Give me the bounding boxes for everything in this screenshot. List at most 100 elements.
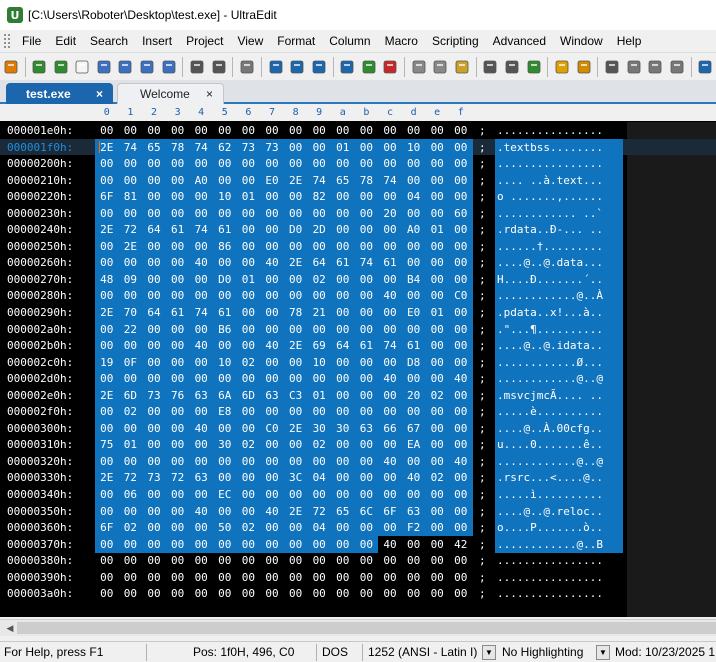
hex-byte[interactable]: 00 (425, 585, 449, 602)
hex-mode-icon[interactable] (267, 58, 285, 76)
hex-byte[interactable]: 00 (425, 370, 449, 388)
hex-byte[interactable]: 00 (307, 569, 331, 586)
hex-byte[interactable]: 00 (331, 188, 355, 206)
hex-byte[interactable]: 2E (95, 304, 119, 322)
hex-byte[interactable]: 00 (142, 188, 166, 206)
hex-byte[interactable]: 01 (425, 221, 449, 239)
hex-byte[interactable]: 65 (142, 138, 166, 156)
ascii-column[interactable]: H....Ð.......´.. (495, 270, 623, 288)
hex-byte[interactable]: 00 (213, 155, 237, 173)
hex-byte[interactable]: 72 (307, 502, 331, 520)
hex-byte[interactable]: 04 (307, 469, 331, 487)
hex-byte[interactable]: 00 (331, 535, 355, 553)
hex-byte[interactable]: 01 (425, 304, 449, 322)
list-icon[interactable] (575, 58, 593, 76)
hex-byte[interactable]: 00 (354, 221, 379, 239)
hex-byte[interactable]: 00 (189, 155, 213, 173)
hex-byte[interactable]: 00 (236, 237, 261, 255)
hex-byte[interactable]: 00 (307, 287, 331, 305)
hex-byte[interactable]: 00 (449, 320, 473, 338)
hex-byte[interactable]: 50 (213, 519, 237, 537)
hex-byte[interactable]: 00 (237, 552, 261, 569)
hex-byte[interactable]: 00 (236, 287, 261, 305)
tab-test-exe[interactable]: test.exe × (6, 83, 113, 104)
menu-edit[interactable]: Edit (48, 30, 83, 52)
hex-row[interactable]: 00000270h: 48 09 00 00 00 D0 01 00 00 02 00 00 00 B4 00… (0, 270, 716, 288)
hex-byte[interactable]: 42 (449, 536, 473, 553)
hex-byte[interactable]: 00 (449, 237, 473, 255)
hex-byte[interactable]: 00 (213, 569, 237, 586)
hex-byte[interactable]: 21 (307, 304, 331, 322)
hex-row[interactable]: 00000370h: 00 00 00 00 00 00 00 00 00 00 00 00 40 00 00… (0, 535, 716, 553)
encoding-dropdown-icon[interactable]: ▼ (482, 645, 496, 660)
open-file-icon[interactable] (2, 58, 20, 76)
ascii-column[interactable]: ."...¶.......... (495, 320, 623, 338)
hex-byte[interactable]: 00 (189, 535, 213, 553)
hex-byte[interactable]: 00 (260, 221, 284, 239)
hex-byte[interactable]: A0 (401, 221, 426, 239)
hex-byte[interactable]: 00 (118, 204, 143, 222)
hex-byte[interactable]: 74 (189, 221, 213, 239)
hex-row[interactable]: 000002c0h: 19 0F 00 00 00 10 02 00 00 10 00 00 00 D8 00… (0, 353, 716, 371)
hex-byte[interactable]: 00 (165, 535, 190, 553)
hex-row[interactable]: 000001f0h: 2E 74 65 78 74 62 73 73 00 00 01 00 00 10 00… (0, 138, 716, 156)
menu-scripting[interactable]: Scripting (425, 30, 486, 52)
hex-byte[interactable]: 00 (189, 188, 213, 206)
ascii-column[interactable]: ....@..À.00cfg.. (495, 419, 623, 437)
hex-row[interactable]: 00000320h: 00 00 00 00 00 00 00 00 00 00 00 00 40 00 00… (0, 452, 716, 470)
hex-byte[interactable]: 00 (401, 237, 426, 255)
hex-byte[interactable]: 72 (118, 221, 143, 239)
hex-byte[interactable]: 00 (283, 452, 308, 470)
highlighting-dropdown-icon[interactable]: ▼ (596, 645, 610, 660)
back-icon[interactable] (31, 58, 49, 76)
hex-byte[interactable]: 00 (236, 370, 261, 388)
hex-byte[interactable]: 00 (449, 254, 473, 272)
hex-byte[interactable]: 00 (378, 403, 402, 421)
hex-byte[interactable]: 00 (449, 353, 473, 371)
hex-byte[interactable]: 00 (95, 502, 119, 520)
hex-byte[interactable]: 86 (213, 237, 237, 255)
hex-byte[interactable]: 10 (213, 353, 237, 371)
hex-byte[interactable]: 00 (425, 155, 449, 173)
hex-byte[interactable]: 00 (331, 486, 355, 504)
hex-byte[interactable]: 00 (355, 552, 379, 569)
hex-byte[interactable]: 00 (354, 436, 379, 454)
hex-byte[interactable]: 00 (307, 486, 331, 504)
hex-byte[interactable]: 00 (449, 585, 473, 602)
hex-byte[interactable]: 00 (331, 304, 355, 322)
hex-byte[interactable]: 00 (307, 155, 331, 173)
hex-byte[interactable]: 00 (142, 287, 166, 305)
hex-byte[interactable]: 00 (449, 171, 473, 189)
hex-byte[interactable]: 00 (284, 569, 308, 586)
hex-byte[interactable]: 00 (260, 486, 284, 504)
hex-byte[interactable]: 00 (95, 171, 119, 189)
hex-byte[interactable]: 66 (378, 419, 402, 437)
ascii-column[interactable]: ................ (495, 155, 623, 173)
hex-byte[interactable]: 40 (189, 502, 213, 520)
hex-byte[interactable]: 00 (95, 287, 119, 305)
hex-byte[interactable]: 00 (331, 386, 355, 404)
ascii-column[interactable]: .....ì.......... (495, 486, 623, 504)
hex-byte[interactable]: 10 (307, 353, 331, 371)
hex-byte[interactable]: 48 (95, 270, 119, 288)
hex-byte[interactable]: 02 (236, 519, 261, 537)
hex-byte[interactable]: 00 (283, 370, 308, 388)
hex-byte[interactable]: 00 (402, 122, 426, 139)
hex-byte[interactable]: 00 (425, 138, 449, 156)
hex-byte[interactable]: 00 (189, 320, 213, 338)
hex-byte[interactable]: 00 (237, 569, 261, 586)
hex-byte[interactable]: 40 (260, 502, 284, 520)
hex-row[interactable]: 00000210h: 00 00 00 00 A0 00 00 E0 2E 74 65 78 74 00 00… (0, 171, 716, 189)
ascii-column[interactable]: .....è.......... (495, 403, 623, 421)
hex-byte[interactable]: 00 (95, 585, 119, 602)
bookmark-icon[interactable] (603, 58, 621, 76)
hex-byte[interactable]: 00 (213, 370, 237, 388)
hex-row[interactable]: 00000280h: 00 00 00 00 00 00 00 00 00 00 00 00 40 00 00… (0, 287, 716, 305)
hex-byte[interactable]: 22 (118, 320, 143, 338)
ascii-column[interactable]: ....@..@.reloc.. (495, 502, 623, 520)
hex-byte[interactable]: 00 (236, 403, 261, 421)
hex-byte[interactable]: 00 (284, 585, 308, 602)
hex-byte[interactable]: 00 (283, 188, 308, 206)
hex-byte[interactable]: 00 (355, 569, 379, 586)
ascii-column[interactable]: .textbss........ (495, 138, 623, 156)
